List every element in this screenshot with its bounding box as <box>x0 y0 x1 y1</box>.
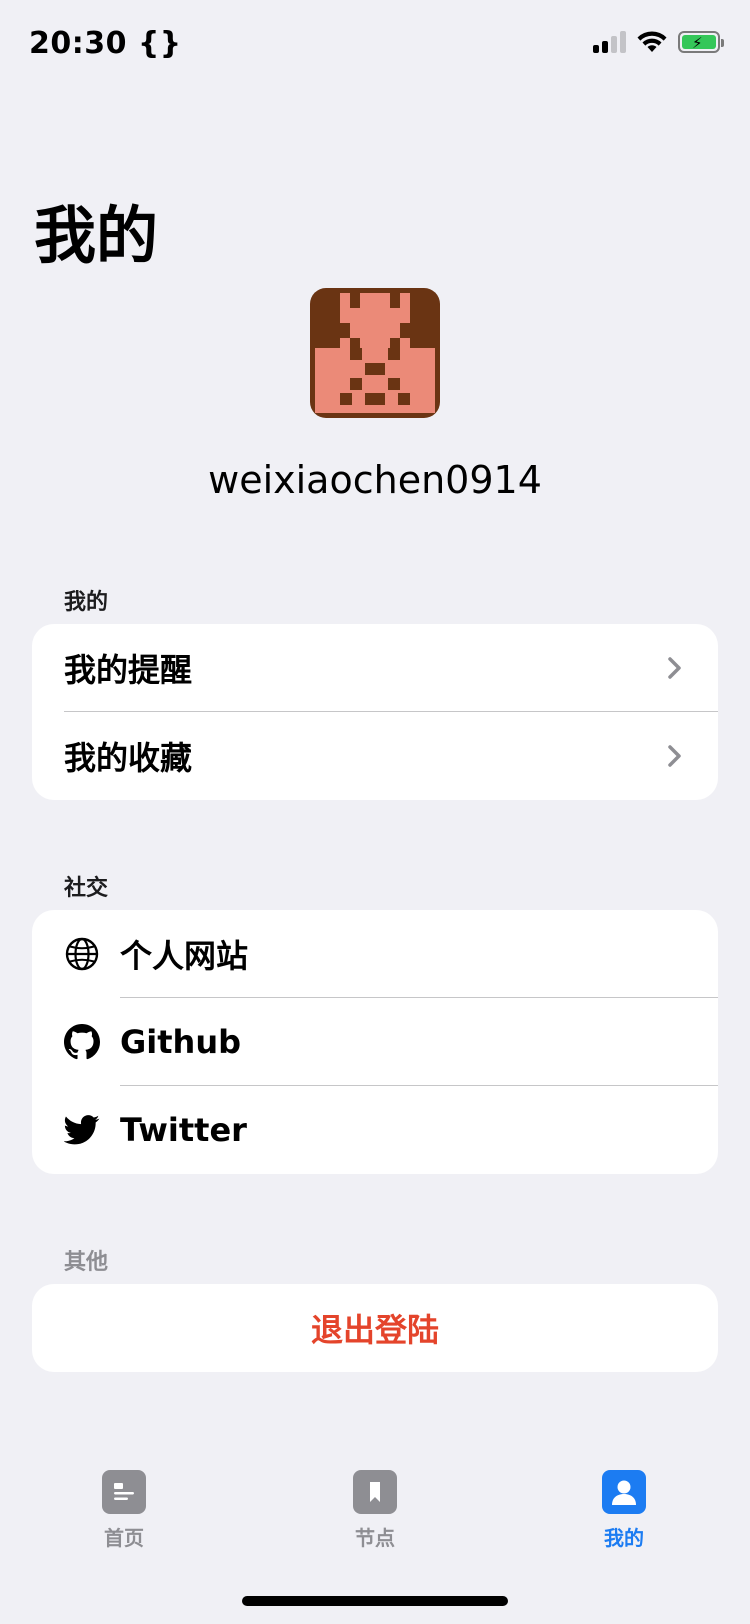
chevron-right-icon <box>668 745 681 767</box>
row-twitter[interactable]: Twitter <box>32 1086 718 1174</box>
github-icon <box>64 1024 100 1060</box>
social-card: 个人网站 Github Twitter <box>32 910 718 1174</box>
row-github[interactable]: Github <box>32 998 718 1086</box>
tab-bar: 首页 节点 我的 <box>0 1470 750 1570</box>
battery-icon: ⚡ <box>678 31 724 53</box>
twitter-icon <box>64 1112 100 1148</box>
profile-screen: 20:30 {} ⚡ 我的 weixiaochen0914 我的 我的提醒 我的… <box>0 0 750 1624</box>
section-header-other: 其他 <box>64 1250 109 1275</box>
home-indicator <box>242 1596 508 1606</box>
bookmark-icon <box>353 1470 397 1514</box>
status-time: 20:30 {} <box>29 26 182 61</box>
other-card: 退出登陆 <box>32 1284 718 1372</box>
tab-nodes[interactable]: 节点 <box>305 1470 445 1551</box>
chevron-right-icon <box>668 657 681 679</box>
tab-home[interactable]: 首页 <box>54 1470 194 1551</box>
logout-button[interactable]: 退出登陆 <box>32 1284 718 1372</box>
tab-label: 我的 <box>604 1526 644 1550</box>
wifi-icon <box>637 31 667 52</box>
row-label: 个人网站 <box>120 937 249 975</box>
page-title: 我的 <box>34 199 159 272</box>
row-my-favorites[interactable]: 我的收藏 <box>32 712 718 800</box>
status-icons: ⚡ <box>593 30 724 54</box>
row-my-reminders[interactable]: 我的提醒 <box>32 624 718 712</box>
tab-label: 首页 <box>104 1526 144 1550</box>
tab-mine[interactable]: 我的 <box>554 1470 694 1551</box>
cellular-signal-icon <box>593 31 626 53</box>
mine-card: 我的提醒 我的收藏 <box>32 624 718 800</box>
row-personal-website[interactable]: 个人网站 <box>32 910 718 998</box>
username: weixiaochen0914 <box>208 458 542 502</box>
row-label: Twitter <box>120 1111 247 1149</box>
tab-label: 节点 <box>355 1526 395 1550</box>
row-label: 我的提醒 <box>64 651 193 689</box>
row-label: Github <box>120 1023 241 1061</box>
newspaper-icon <box>102 1470 146 1514</box>
person-icon <box>602 1470 646 1514</box>
avatar <box>310 288 440 418</box>
row-label: 我的收藏 <box>64 739 193 777</box>
status-bar: 20:30 {} ⚡ <box>0 0 750 90</box>
globe-icon <box>64 936 100 972</box>
section-header-mine: 我的 <box>64 590 109 615</box>
section-header-social: 社交 <box>64 876 109 901</box>
